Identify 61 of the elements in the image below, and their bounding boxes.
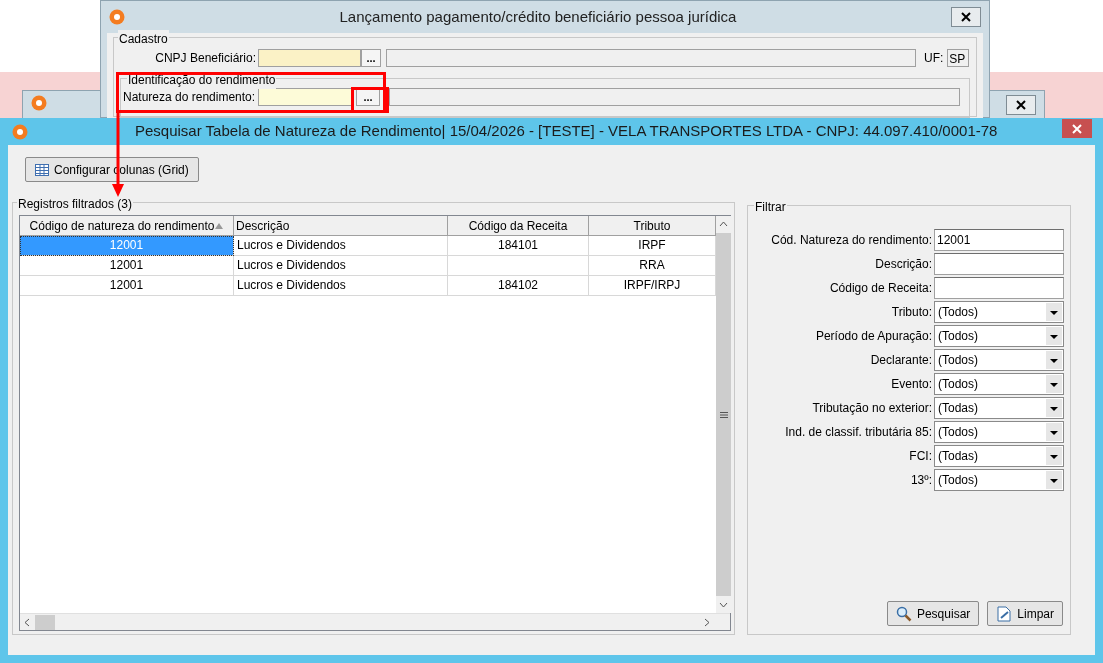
- table-cell[interactable]: 184102: [448, 276, 589, 296]
- field-label: Natureza do rendimento:: [123, 89, 257, 106]
- nature-field[interactable]: [258, 88, 352, 106]
- field-label: Tributo:: [890, 304, 933, 321]
- dropdown[interactable]: (Todos): [934, 349, 1064, 371]
- field-label: Declarante:: [869, 352, 933, 369]
- name-field[interactable]: [386, 49, 916, 67]
- dropdown[interactable]: (Todos): [934, 301, 1064, 323]
- app-logo-icon: [31, 95, 47, 111]
- dropdown[interactable]: (Todas): [934, 397, 1064, 419]
- uf-field[interactable]: SP: [947, 49, 970, 67]
- field-label: Tributação no exterior:: [811, 400, 933, 417]
- field-label: Evento:: [890, 376, 933, 393]
- cnpj-field[interactable]: [258, 49, 361, 67]
- lookup-button[interactable]: ...: [361, 49, 381, 67]
- dropdown[interactable]: (Todos): [934, 325, 1064, 347]
- table-cell[interactable]: 184101: [448, 236, 589, 256]
- column-header[interactable]: Descrição: [234, 216, 448, 236]
- window-title: Pesquisar Tabela de Natureza de Rendimento| 15/04/2026 - [TESTE] - VELA TRANSPORTES LTDA - CNPJ: 44.097.410/0001-78: [135, 121, 998, 142]
- field-label: CNPJ Beneficiário:: [154, 50, 257, 67]
- table-cell[interactable]: Lucros e Dividendos: [234, 256, 448, 276]
- field-label: Descrição:: [874, 256, 933, 273]
- input-field[interactable]: 12001: [934, 229, 1064, 251]
- table-icon: [35, 163, 49, 176]
- clear-button[interactable]: Limpar: [987, 601, 1063, 626]
- table-cell[interactable]: [448, 256, 589, 276]
- search-icon: [895, 605, 912, 622]
- close-button[interactable]: [1006, 95, 1036, 115]
- dropdown[interactable]: (Todas): [934, 445, 1064, 467]
- description-field[interactable]: [389, 88, 960, 106]
- close-button[interactable]: [951, 7, 981, 27]
- input-field[interactable]: [934, 253, 1064, 275]
- close-icon: [1016, 100, 1026, 110]
- field-label: Período de Apuração:: [814, 328, 933, 345]
- app-logo-icon: [12, 123, 28, 140]
- sort-ascending-icon: [215, 222, 224, 229]
- field-label: UF:: [924, 50, 944, 67]
- table-cell[interactable]: Lucros e Dividendos: [234, 276, 448, 296]
- scrollbar-thumb[interactable]: [35, 614, 55, 630]
- app-logo-icon: [109, 9, 125, 25]
- table-cell[interactable]: 12001: [20, 276, 234, 296]
- field-label: Ind. de classif. tributária 85:: [784, 424, 933, 441]
- field-label: Cód. Natureza do rendimento:: [770, 232, 933, 249]
- field-label: Código de Receita:: [828, 280, 933, 297]
- search-button[interactable]: Pesquisar: [886, 601, 980, 626]
- field-label: 13º:: [909, 472, 933, 489]
- close-icon: [1072, 123, 1082, 134]
- column-header[interactable]: Código de natureza do rendimento: [20, 216, 234, 236]
- document-pen-icon: [996, 605, 1013, 622]
- input-field[interactable]: [934, 277, 1064, 299]
- table-cell[interactable]: Lucros e Dividendos: [234, 236, 448, 256]
- close-icon: [961, 12, 971, 22]
- column-header[interactable]: Tributo: [589, 216, 716, 236]
- field-label: FCI:: [908, 448, 933, 465]
- column-header[interactable]: Código da Receita: [448, 216, 589, 236]
- dropdown[interactable]: (Todos): [934, 469, 1064, 491]
- table-cell[interactable]: 12001: [20, 256, 234, 276]
- dropdown[interactable]: (Todos): [934, 421, 1064, 443]
- window-title: Lançamento pagamento/crédito beneficiário pessoa jurídica: [338, 6, 738, 27]
- dropdown[interactable]: (Todos): [934, 373, 1064, 395]
- horizontal-scrollbar[interactable]: [20, 613, 730, 630]
